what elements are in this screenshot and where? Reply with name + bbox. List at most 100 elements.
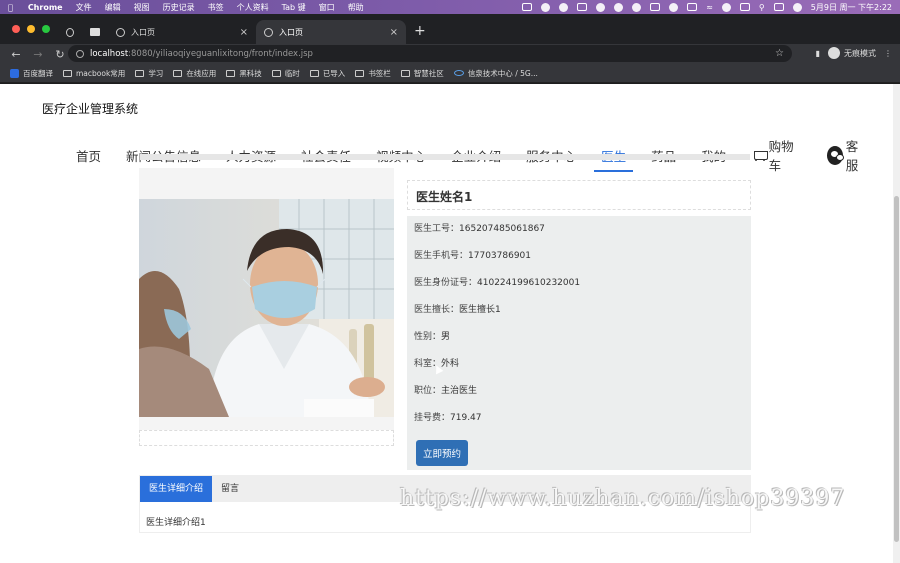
status-icon[interactable]: [559, 2, 569, 12]
user-icon[interactable]: [721, 2, 731, 12]
minimize-window-button[interactable]: [27, 25, 35, 33]
bookmarks-bar: 百度翻译 macbook常用 学习 在线应用 黑科技 临时 已导入 书签栏 智慧…: [0, 64, 900, 83]
status-icon[interactable]: [669, 2, 679, 12]
page-scrollbar[interactable]: [893, 84, 900, 563]
bookmark-label: 学习: [148, 68, 164, 78]
divider: [140, 154, 750, 160]
menubar-clock[interactable]: 5月9日 周一 下午2:22: [811, 2, 892, 13]
bookmark-star-icon[interactable]: ☆: [775, 48, 784, 59]
incognito-indicator[interactable]: 无痕模式: [828, 47, 876, 59]
address-bar[interactable]: localhost:8080/yiliaoqiyeguanlixitong/fr…: [68, 45, 792, 62]
field-value: 165207485061867: [459, 224, 545, 234]
status-icon[interactable]: [614, 2, 624, 12]
menu-help[interactable]: 帮助: [348, 2, 364, 13]
tab-title: 入口页: [279, 27, 303, 37]
control-icon[interactable]: [773, 3, 784, 11]
close-tab-icon[interactable]: ×: [240, 27, 248, 38]
page-icon: [90, 28, 100, 36]
field-value: 主治医生: [441, 386, 478, 396]
field-value: 男: [441, 332, 451, 342]
tab-title: 入口页: [131, 27, 155, 37]
back-button[interactable]: ←: [10, 48, 22, 61]
menu-bookmarks[interactable]: 书签: [208, 2, 224, 13]
status-icon[interactable]: [522, 3, 533, 11]
status-icon[interactable]: [577, 3, 588, 11]
globe-icon: [116, 27, 125, 37]
field-gender: 性别：男: [414, 332, 744, 359]
cart-label: 购物车: [768, 139, 794, 173]
field-id-card: 医生身份证号：410224199610232001: [414, 278, 744, 305]
menu-edit[interactable]: 编辑: [105, 2, 121, 13]
nav-customer-service[interactable]: 客服: [826, 136, 867, 174]
reload-button[interactable]: ↻: [54, 48, 66, 61]
bookmark-label: 黑科技: [239, 68, 262, 78]
cart-icon: [751, 149, 769, 162]
bookmark-label: 临时: [284, 68, 300, 78]
folder-icon: [271, 69, 281, 77]
thumbnail-strip[interactable]: [139, 430, 394, 446]
scrollbar-thumb[interactable]: [894, 196, 899, 542]
bookmark-item[interactable]: 信泉技术中心 / 5G...: [453, 68, 538, 79]
forward-button[interactable]: →: [32, 48, 44, 61]
folder-icon: [173, 69, 183, 77]
watermark: https://www.huzhan.com/ishop39397: [400, 486, 846, 511]
bookmark-folder[interactable]: 学习: [135, 68, 163, 79]
field-department: 科室：外科: [414, 359, 744, 386]
bookmark-folder[interactable]: 智慧社区: [400, 68, 444, 79]
folder-icon: [400, 69, 410, 77]
browser-tab[interactable]: 入口页 ×: [82, 20, 256, 44]
menu-view[interactable]: 视图: [134, 2, 150, 13]
field-label: 医生工号：: [414, 224, 460, 234]
tab-message[interactable]: 留言: [212, 476, 248, 502]
field-label: 医生身份证号：: [414, 278, 478, 288]
menu-file[interactable]: 文件: [76, 2, 92, 13]
window-controls: [12, 25, 50, 33]
folder-icon: [309, 69, 319, 77]
bookmark-folder[interactable]: 书签栏: [355, 68, 391, 79]
status-icon[interactable]: [650, 3, 661, 11]
wifi-icon[interactable]: ≈: [706, 3, 713, 12]
tab-doctor-detail[interactable]: 医生详细介绍: [140, 476, 213, 502]
url-path: :8080/yiliaoqiyeguanlixitong/front/index…: [128, 48, 313, 59]
nav-home[interactable]: 首页: [76, 146, 101, 165]
siri-icon[interactable]: [792, 2, 802, 12]
menu-profile[interactable]: 个人资料: [237, 2, 269, 13]
menu-app[interactable]: Chrome: [28, 3, 63, 12]
bookmark-folder[interactable]: 已导入: [309, 68, 345, 79]
bookmark-folder[interactable]: 临时: [271, 68, 300, 79]
field-phone: 医生手机号：17703786901: [414, 251, 744, 278]
status-icon[interactable]: [632, 2, 642, 12]
close-window-button[interactable]: [12, 25, 20, 33]
folder-icon: [355, 69, 365, 77]
battery-icon[interactable]: [687, 3, 698, 11]
incognito-label: 无痕模式: [844, 48, 876, 58]
bookmark-folder[interactable]: 黑科技: [226, 68, 262, 79]
browser-tab-active[interactable]: 入口页 ×: [256, 20, 406, 44]
menu-history[interactable]: 历史记录: [163, 2, 195, 13]
apple-icon[interactable]: : [8, 3, 13, 12]
bell-icon[interactable]: [596, 2, 606, 12]
book-appointment-button[interactable]: 立即预约: [416, 440, 469, 466]
search-icon[interactable]: ⚲: [759, 3, 765, 12]
sidepanel-icon[interactable]: ▮: [816, 49, 820, 58]
field-label: 医生手机号：: [414, 251, 469, 261]
control-center-icon[interactable]: [739, 3, 750, 11]
site-title: 医疗企业管理系统: [42, 102, 139, 116]
menu-window[interactable]: 窗口: [319, 2, 335, 13]
globe-icon: [66, 27, 74, 37]
bookmark-item[interactable]: 百度翻译: [10, 68, 53, 79]
close-tab-icon[interactable]: ×: [390, 27, 398, 38]
new-tab-button[interactable]: +: [414, 23, 426, 39]
info-icon[interactable]: [76, 49, 84, 58]
zoom-window-button[interactable]: [42, 25, 50, 33]
menu-tab[interactable]: Tab 键: [282, 2, 306, 13]
bookmark-folder[interactable]: 在线应用: [173, 68, 216, 79]
status-icon[interactable]: [541, 2, 551, 12]
bookmark-folder[interactable]: macbook常用: [63, 68, 125, 79]
more-menu-icon[interactable]: ⋮: [884, 49, 892, 58]
doctor-name: 医生姓名1: [407, 180, 751, 210]
web-page: 医疗企业管理系统 首页 新闻公告信息 人力资源 社会责任 视频中心 企业介绍 服…: [0, 84, 893, 563]
field-position: 职位：主治医生: [414, 386, 744, 413]
doctor-details: 医生工号：165207485061867 医生手机号：17703786901 医…: [407, 216, 751, 470]
nav-cart[interactable]: 购物车: [751, 136, 800, 174]
